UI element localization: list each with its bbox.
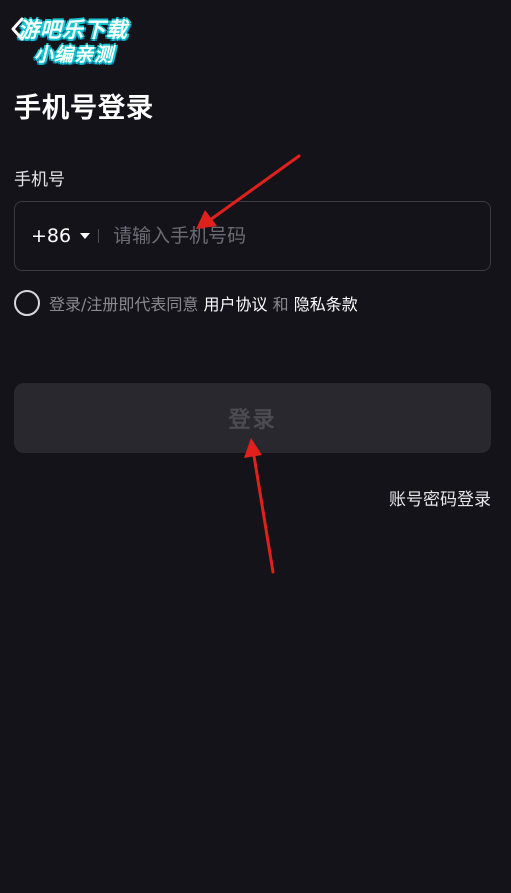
- phone-number-input[interactable]: [113, 216, 490, 256]
- agreement-row: 登录/注册即代表同意 用户协议 和 隐私条款: [14, 289, 358, 317]
- watermark-line-2: 小编亲测: [34, 44, 115, 66]
- agreement-text: 登录/注册即代表同意 用户协议 和 隐私条款: [49, 291, 358, 315]
- password-login-link[interactable]: 账号密码登录: [389, 485, 491, 510]
- agreement-checkbox[interactable]: [14, 290, 40, 316]
- agreement-connector: 和: [267, 295, 294, 314]
- privacy-policy-link[interactable]: 隐私条款: [294, 295, 358, 314]
- caret-down-icon: [80, 233, 91, 239]
- phone-field-label: 手机号: [14, 170, 65, 190]
- input-divider: [98, 229, 100, 243]
- chevron-left-icon: [11, 17, 24, 41]
- agreement-prefix: 登录/注册即代表同意: [49, 295, 204, 314]
- login-button[interactable]: 登录: [14, 383, 491, 453]
- country-code-value: +86: [31, 225, 72, 247]
- country-code-selector[interactable]: +86: [31, 225, 91, 247]
- back-button[interactable]: [6, 14, 28, 44]
- phone-input-box: +86: [14, 201, 491, 271]
- login-screen: 游吧乐下载 小编亲测 手机号登录 手机号 +86 登录/注册即代表同意 用户协议…: [0, 0, 511, 893]
- user-agreement-link[interactable]: 用户协议: [203, 295, 267, 314]
- page-title: 手机号登录: [14, 93, 154, 124]
- arrow-to-login-button: [244, 438, 275, 574]
